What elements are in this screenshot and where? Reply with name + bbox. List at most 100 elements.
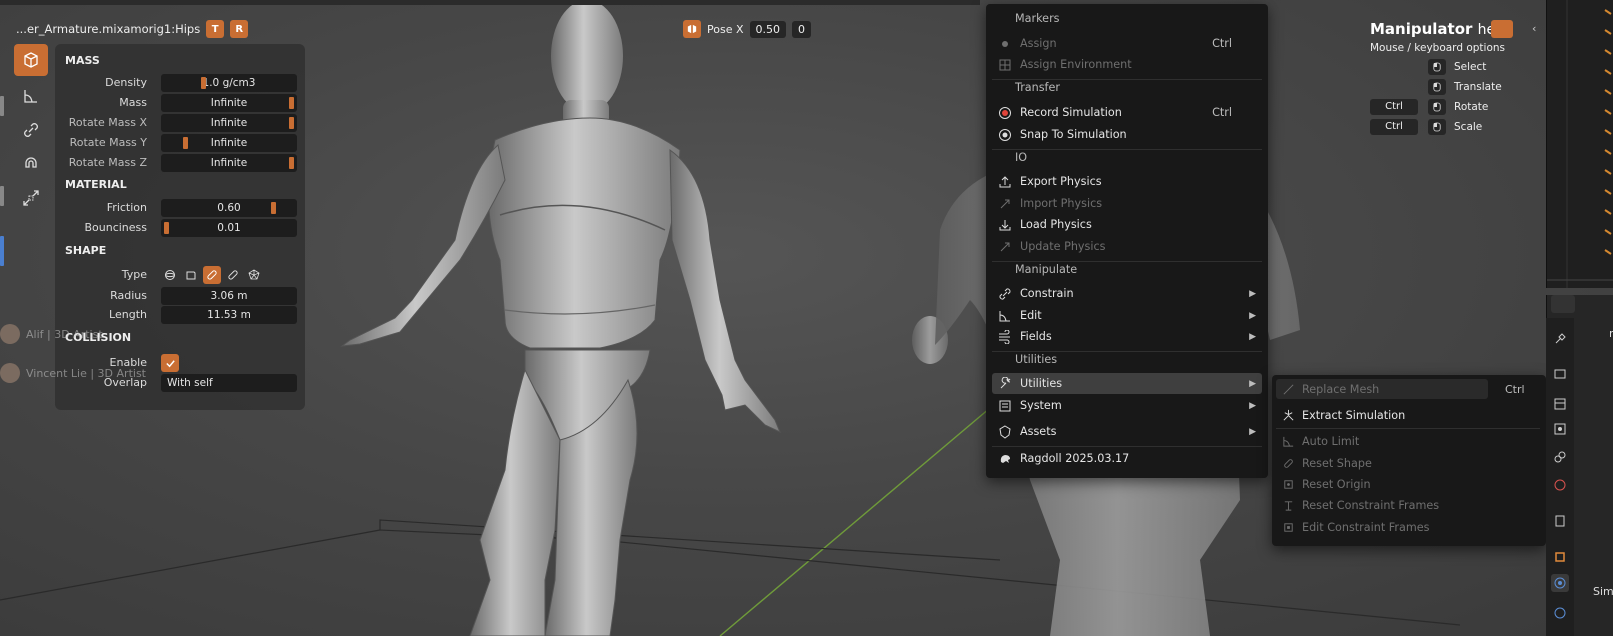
menu-item-load-physics[interactable]: Load Physics <box>992 214 1262 235</box>
transform-tool-button[interactable] <box>14 182 48 214</box>
submenu-arrow-icon: ▶ <box>1249 288 1256 299</box>
mouse-left-icon <box>1428 119 1446 135</box>
constraints-tab-icon[interactable] <box>1551 604 1569 622</box>
menu-item-assign-environment[interactable]: Assign Environment <box>992 54 1262 75</box>
constraint-tool-button[interactable] <box>14 114 48 146</box>
pose-value-field[interactable]: 0.50 <box>749 20 787 38</box>
menu-item-record-simulation[interactable]: Record Simulation Ctrl <box>992 102 1262 123</box>
object-tab-icon[interactable] <box>1551 548 1569 566</box>
density-field[interactable]: 1.0 g/cm3 <box>161 74 297 92</box>
rotate-mass-z-field[interactable]: Infinite <box>161 154 297 172</box>
physics-tab-icon[interactable] <box>1551 574 1569 592</box>
menu-item-edit-constraint-frames[interactable]: Edit Constraint Frames <box>1276 517 1540 537</box>
menu-item-reset-shape[interactable]: Reset Shape <box>1276 453 1540 473</box>
radius-field[interactable]: 3.06 m <box>161 287 297 305</box>
ragdoll-properties-panel: MASS Density 1.0 g/cm3 Mass Infinite Rot… <box>55 44 305 410</box>
separator <box>992 79 1262 80</box>
output-tab-icon[interactable] <box>1551 395 1569 413</box>
pose-widget: Pose X 0.50 0 <box>683 19 812 39</box>
rotate-mass-y-label: Rotate Mass Y <box>69 136 147 149</box>
view-layer-tab-icon[interactable] <box>1551 420 1569 438</box>
render-tab-icon[interactable] <box>1551 365 1569 383</box>
overlap-dropdown[interactable]: With self <box>161 374 297 392</box>
menu-item-export-physics[interactable]: Export Physics <box>992 171 1262 192</box>
chat-participant: Vincent Lie | 3D Artist <box>0 363 146 383</box>
scene-tab-icon[interactable] <box>1551 448 1569 466</box>
menu-item-assets[interactable]: Assets ▶ <box>992 421 1262 442</box>
menu-item-replace-mesh[interactable]: Replace Mesh <box>1276 379 1488 399</box>
shape-box-button[interactable] <box>182 266 200 284</box>
menu-item-label: Auto Limit <box>1302 434 1360 448</box>
menu-item-utilities[interactable]: Utilities ▶ <box>992 373 1262 394</box>
tool-tab-icon[interactable] <box>1551 330 1569 348</box>
menu-item-label: Utilities <box>1020 377 1063 390</box>
properties-label-sim: Sim <box>1593 585 1613 598</box>
shape-capsule-button[interactable] <box>203 266 221 284</box>
collection-tab-icon[interactable] <box>1551 512 1569 530</box>
rotate-mass-x-label: Rotate Mass X <box>68 116 147 129</box>
translate-tag[interactable]: T <box>206 20 225 38</box>
limit-tool-button[interactable] <box>14 80 48 112</box>
help-row-rotate: Ctrl Rotate <box>1370 98 1550 116</box>
mass-field[interactable]: Infinite <box>161 94 297 112</box>
rotate-mass-y-field[interactable]: Infinite <box>161 134 297 152</box>
menu-item-reset-origin[interactable]: Reset Origin <box>1276 474 1540 494</box>
shape-mesh-button[interactable] <box>245 266 263 284</box>
rotate-mass-x-field[interactable]: Infinite <box>161 114 297 132</box>
friction-field[interactable]: 0.60 <box>161 199 297 217</box>
pose-axis-label: Pose X <box>707 22 744 36</box>
graph-curves <box>1547 0 1613 288</box>
scale-icon <box>23 190 39 206</box>
editor-type-dropdown[interactable] <box>1551 295 1575 313</box>
shortcut-label: Ctrl <box>1212 37 1232 50</box>
menu-item-label: Assign <box>1020 37 1057 50</box>
shape-sphere-button[interactable] <box>161 266 179 284</box>
help-label: Rotate <box>1454 101 1489 113</box>
key-badge: Ctrl <box>1370 99 1418 115</box>
menu-item-version[interactable]: Ragdoll 2025.03.17 <box>992 448 1262 469</box>
rigid-tool-button[interactable] <box>14 44 48 76</box>
sphere-icon <box>165 270 175 280</box>
pose-mirror-button[interactable] <box>683 20 701 38</box>
slider-handle <box>271 202 276 214</box>
menu-item-edit[interactable]: Edit ▶ <box>992 305 1262 326</box>
length-field[interactable]: 11.53 m <box>161 306 297 324</box>
menu-item-update-physics[interactable]: Update Physics <box>992 236 1262 257</box>
menu-item-assign[interactable]: Assign Ctrl <box>992 33 1262 54</box>
menu-item-reset-constraint-frames[interactable]: Reset Constraint Frames <box>1276 495 1540 515</box>
menu-item-extract-simulation[interactable]: Extract Simulation <box>1276 405 1540 425</box>
chat-participant: Alif | 3D Artist <box>0 324 103 344</box>
object-path-text: ...er_Armature.mixamorig1:Hips <box>16 22 201 36</box>
slider-handle <box>289 97 294 109</box>
length-value: 11.53 m <box>207 309 251 321</box>
help-title: Manipulator help <box>1370 20 1508 38</box>
floor-outline-2 <box>0 529 381 601</box>
capsule-icon <box>207 270 217 280</box>
menu-item-import-physics[interactable]: Import Physics <box>992 193 1262 214</box>
help-label: Scale <box>1454 121 1483 133</box>
rotate-tag[interactable]: R <box>230 20 249 38</box>
help-row-select: Select <box>1370 58 1550 76</box>
graph-editor-panel[interactable] <box>1546 0 1613 288</box>
collapse-arrow-icon[interactable]: ‹ <box>1532 22 1536 35</box>
bounciness-field[interactable]: 0.01 <box>161 219 297 237</box>
menu-item-auto-limit[interactable]: Auto Limit <box>1276 431 1540 451</box>
menu-item-label: Extract Simulation <box>1302 408 1406 422</box>
world-tab-icon[interactable] <box>1551 476 1569 494</box>
menu-item-label: Replace Mesh <box>1302 382 1380 396</box>
pin-tool-button[interactable] <box>14 148 48 180</box>
menu-item-system[interactable]: System ▶ <box>992 395 1262 416</box>
menu-item-label: Fields <box>1020 330 1052 343</box>
help-close-button[interactable] <box>1491 20 1513 38</box>
help-row-scale: Ctrl Scale <box>1370 118 1550 136</box>
participant-name: Vincent Lie | 3D Artist <box>26 366 146 380</box>
menu-item-fields[interactable]: Fields ▶ <box>992 326 1262 347</box>
pose-value-field-2[interactable]: 0 <box>792 20 812 38</box>
shape-cylinder-button[interactable] <box>224 266 242 284</box>
enable-collision-toggle[interactable] <box>161 354 179 372</box>
rotate-mass-y-value: Infinite <box>210 137 248 149</box>
menu-item-constrain[interactable]: Constrain ▶ <box>992 283 1262 304</box>
origin-icon <box>1283 479 1293 489</box>
separator <box>992 351 1262 352</box>
menu-item-snap-to-simulation[interactable]: Snap To Simulation <box>992 124 1262 145</box>
